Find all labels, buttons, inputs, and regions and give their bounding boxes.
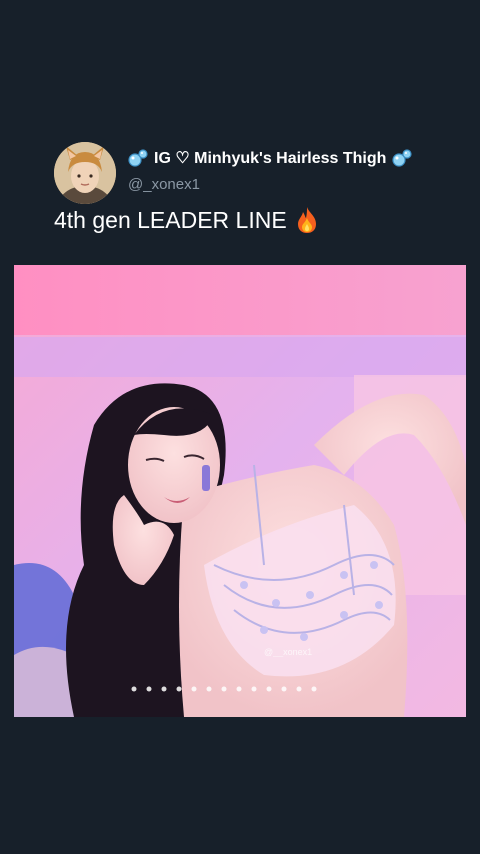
- user-handle[interactable]: @_xonex1: [128, 176, 468, 193]
- tweet-text: 4th gen LEADER LINE: [54, 206, 319, 234]
- bubbles-icon: [128, 149, 148, 167]
- avatar[interactable]: [54, 142, 116, 204]
- display-name-text: IG ♡ Minhyuk's Hairless Thigh: [154, 150, 387, 167]
- fire-icon: [295, 206, 319, 234]
- tweet-header: IG ♡ Minhyuk's Hairless Thigh @_xonex1: [54, 142, 464, 206]
- bubbles-icon: [392, 149, 413, 167]
- media-watermark: @__xonex1: [264, 647, 312, 657]
- tweet-text-content: 4th gen LEADER LINE: [54, 206, 287, 233]
- display-name[interactable]: IG ♡ Minhyuk's Hairless Thigh: [128, 148, 468, 168]
- name-block: IG ♡ Minhyuk's Hairless Thigh @_xonex1: [128, 148, 468, 193]
- tweet-media-image[interactable]: @__xonex1: [14, 265, 466, 717]
